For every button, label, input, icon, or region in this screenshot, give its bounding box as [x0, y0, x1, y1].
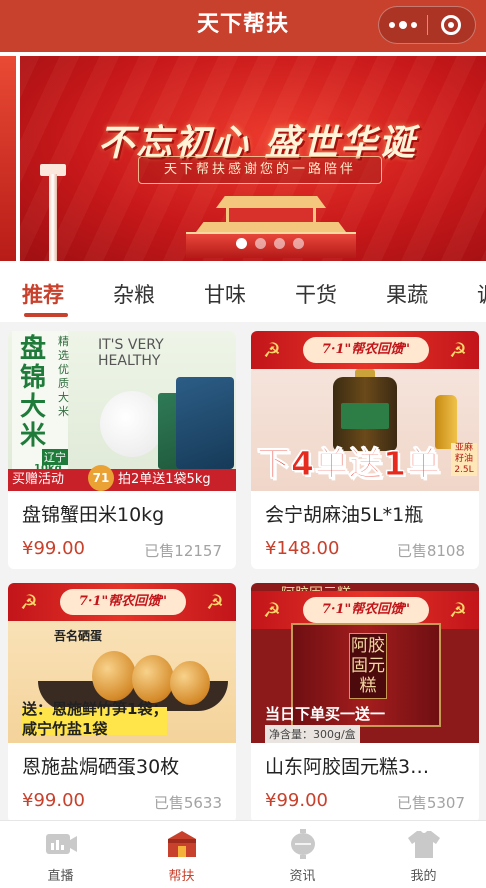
bottom-tab-bar: 直播 帮扶 资讯 我的: [0, 820, 486, 888]
product-price: ¥99.00: [22, 538, 85, 559]
product-sold-count: 已售5633: [153, 794, 222, 812]
more-icon[interactable]: [379, 7, 427, 43]
product-price: ¥99.00: [265, 790, 328, 811]
tab-grains[interactable]: 杂粮: [113, 279, 155, 309]
tabbar-label: 我的: [410, 869, 437, 884]
category-tabs: 推荐 杂粮 甘味 干货 果蔬 调: [0, 265, 486, 322]
product-image[interactable]: ☭ 7·1"帮农回馈" ☭ 吾名硒蛋 送：恩施鲜竹笋1袋； 咸宁竹盐1袋: [8, 583, 236, 743]
tabbar-item-mine[interactable]: 我的: [363, 821, 484, 888]
product-image[interactable]: 盘锦大米 精选优质大米 辽宁 10kg IT'S VERY HEALTHY 买赠…: [8, 331, 236, 491]
live-icon: [46, 834, 77, 854]
product-name: 会宁胡麻油5L*1瓶: [265, 504, 424, 526]
product-image[interactable]: 阿胶固元糕 ☭ 7·1"帮农回馈" ☭ 阿胶固元糕 当日下单买一送一 净含量：3…: [251, 583, 479, 743]
product-sold-count: 已售5307: [396, 794, 465, 812]
product-name: 盘锦蟹田米10kg: [22, 504, 165, 526]
monument-illustration: [38, 156, 68, 261]
tab-fruit-veg[interactable]: 果蔬: [386, 279, 428, 309]
tabbar-label: 直播: [47, 869, 74, 884]
close-miniprogram-icon[interactable]: [427, 7, 475, 43]
carousel-dot[interactable]: [255, 238, 266, 249]
tab-seasoning[interactable]: 调: [477, 279, 486, 309]
banner-subtitle: 天下帮扶感谢您的一路陪伴: [138, 156, 382, 184]
party-emblem-icon: ☭: [449, 598, 467, 622]
product-name: 恩施盐焗硒蛋30枚: [22, 756, 180, 778]
product-card[interactable]: 盘锦大米 精选优质大米 辽宁 10kg IT'S VERY HEALTHY 买赠…: [8, 331, 236, 569]
tab-sweet[interactable]: 甘味: [204, 279, 246, 309]
carousel-dot[interactable]: [236, 238, 247, 249]
banner-slide[interactable]: 不忘初心 盛世华诞 天下帮扶感谢您的一路陪伴: [20, 56, 486, 261]
product-price: ¥148.00: [265, 538, 340, 559]
home-icon: [168, 831, 196, 857]
party-emblem-icon: ☭: [449, 338, 467, 362]
party-emblem-icon: ☭: [263, 598, 281, 622]
tabbar-item-news[interactable]: 资讯: [242, 821, 363, 888]
carousel-dot[interactable]: [274, 238, 285, 249]
party-emblem-icon: ☭: [263, 338, 281, 362]
product-card[interactable]: ☭ 7·1"帮农回馈" ☭ 吾名硒蛋 送：恩施鲜竹笋1袋； 咸宁竹盐1袋 恩施盐…: [8, 583, 236, 823]
tab-dried-goods[interactable]: 干货: [295, 279, 337, 309]
product-name: 山东阿胶固元糕3…: [265, 756, 430, 778]
product-sold-count: 已售12157: [144, 542, 222, 560]
tabbar-label: 资讯: [289, 869, 316, 884]
miniprogram-capsule: [378, 6, 476, 44]
lantern-icon: [291, 829, 315, 859]
product-image[interactable]: ☭ 7·1"帮农回馈" ☭ 下4单送1单 亚麻籽油2.5L: [251, 331, 479, 491]
shirt-icon: [408, 831, 440, 858]
previous-slide-peek: [0, 56, 16, 261]
product-card[interactable]: 阿胶固元糕 ☭ 7·1"帮农回馈" ☭ 阿胶固元糕 当日下单买一送一 净含量：3…: [251, 583, 479, 823]
party-emblem-icon: ☭: [20, 590, 38, 614]
active-tab-indicator: [24, 313, 68, 317]
tabbar-label: 帮扶: [168, 869, 195, 884]
carousel-indicator: [236, 238, 304, 249]
carousel-dot[interactable]: [293, 238, 304, 249]
party-emblem-icon: ☭: [206, 590, 224, 614]
banner-carousel[interactable]: 不忘初心 盛世华诞 天下帮扶感谢您的一路陪伴: [0, 52, 486, 265]
tab-recommend[interactable]: 推荐: [22, 279, 64, 309]
title-bar: 天下帮扶: [0, 0, 486, 52]
tabbar-item-support[interactable]: 帮扶: [121, 821, 242, 888]
product-price: ¥99.00: [22, 790, 85, 811]
product-sold-count: 已售8108: [396, 542, 465, 560]
tabbar-item-live[interactable]: 直播: [0, 821, 121, 888]
product-card[interactable]: ☭ 7·1"帮农回馈" ☭ 下4单送1单 亚麻籽油2.5L 会宁胡麻油5L*1瓶…: [251, 331, 479, 569]
